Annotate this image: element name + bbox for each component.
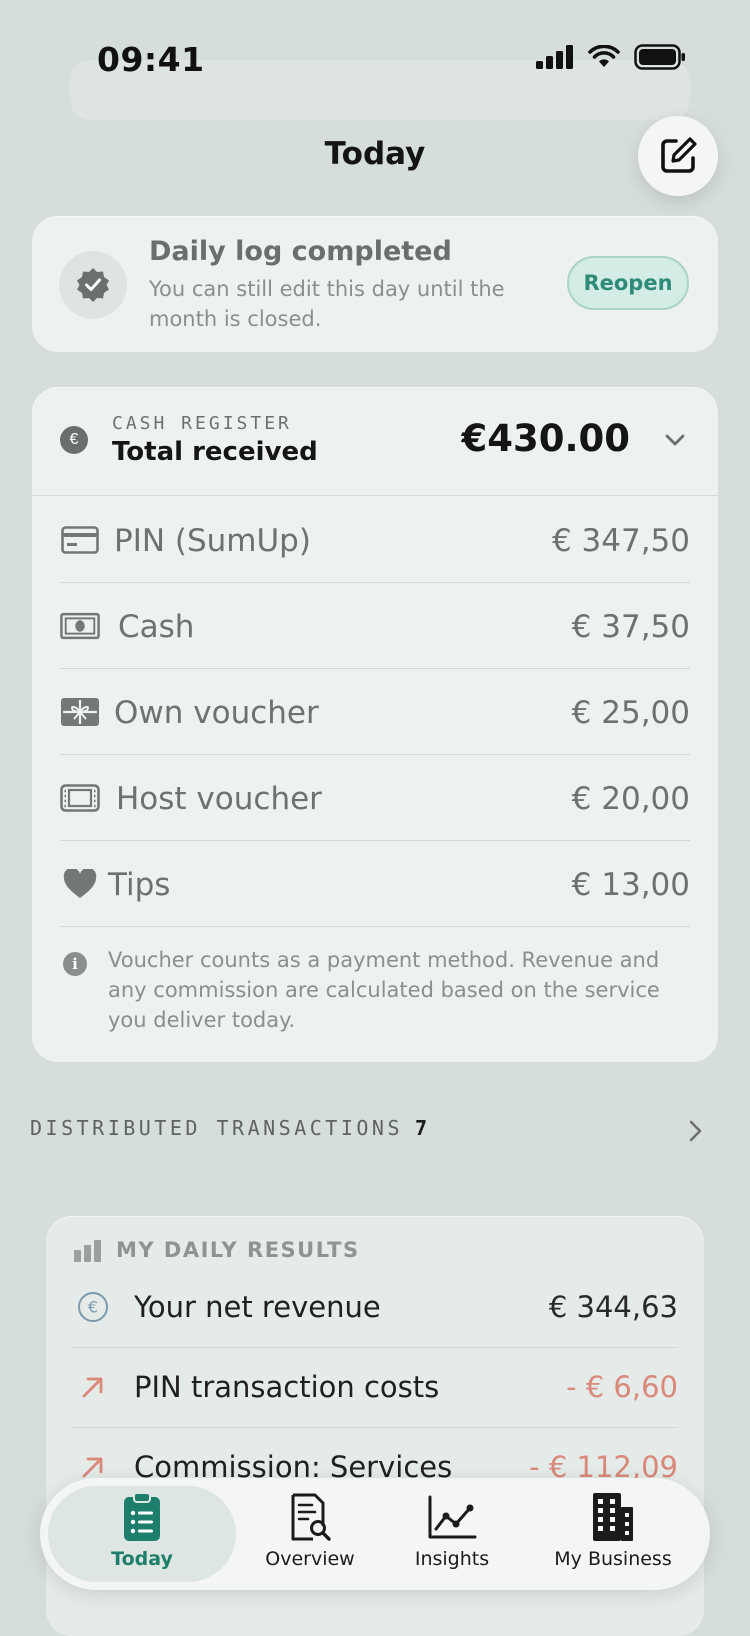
banknote-icon — [60, 610, 100, 642]
distributed-transactions-label: DISTRIBUTED TRANSACTIONS — [30, 1116, 403, 1140]
arrow-up-right-icon — [76, 1370, 110, 1404]
result-label: Your net revenue — [134, 1290, 381, 1324]
edit-button[interactable] — [638, 116, 718, 196]
signal-icon — [536, 45, 573, 69]
payment-label: Host voucher — [116, 781, 322, 817]
reopen-button[interactable]: Reopen — [567, 256, 689, 310]
payment-value: € 25,00 — [571, 695, 690, 731]
voucher-info-text: Voucher counts as a payment method. Reve… — [108, 948, 660, 1032]
payment-label: PIN (SumUp) — [114, 523, 311, 559]
result-row-pin-costs[interactable]: PIN transaction costs - € 6,60 — [72, 1348, 678, 1428]
verified-badge-icon — [59, 251, 127, 319]
payment-row-host-voucher[interactable]: Host voucher € 20,00 — [60, 755, 690, 841]
wifi-icon — [588, 45, 620, 67]
tab-label: Today — [111, 1548, 173, 1570]
result-value: € 344,63 — [548, 1290, 678, 1324]
edit-icon — [661, 137, 697, 173]
tab-label: My Business — [554, 1548, 672, 1570]
heart-icon — [60, 868, 100, 900]
svg-text:€: € — [88, 1298, 98, 1317]
payment-value: € 20,00 — [571, 781, 690, 817]
bottom-tab-bar: Today Overview Insights My Business — [40, 1478, 710, 1590]
daily-log-completed-card: Daily log completed You can still edit t… — [32, 216, 718, 352]
divider — [32, 495, 718, 496]
payment-value: € 347,50 — [551, 523, 690, 559]
result-label: PIN transaction costs — [134, 1370, 440, 1404]
cash-register-card: € CASH REGISTER Total received €430.00 P… — [32, 387, 718, 1062]
distributed-transactions-row[interactable]: DISTRIBUTED TRANSACTIONS 7 — [30, 1116, 706, 1150]
payment-label: Tips — [108, 867, 171, 903]
payment-label: Cash — [118, 609, 195, 645]
payment-value: € 13,00 — [571, 867, 690, 903]
bar-chart-icon — [74, 1240, 101, 1262]
daily-results-title: MY DAILY RESULTS — [116, 1238, 360, 1262]
payment-row-pin[interactable]: PIN (SumUp) € 347,50 — [60, 497, 690, 583]
tab-insights[interactable]: Insights — [386, 1490, 518, 1580]
clipboard-list-icon — [123, 1490, 161, 1544]
tab-overview[interactable]: Overview — [240, 1490, 380, 1580]
result-row-net-revenue[interactable]: € Your net revenue € 344,63 — [72, 1268, 678, 1348]
total-received-amount: €430.00 — [461, 417, 630, 460]
chevron-right-icon[interactable] — [684, 1118, 706, 1144]
payment-label: Own voucher — [114, 695, 319, 731]
document-search-icon — [288, 1490, 332, 1544]
total-received-label: Total received — [112, 437, 318, 467]
battery-icon — [634, 44, 685, 70]
euro-circle-icon: € — [76, 1290, 110, 1324]
status-bar: 09:41 — [0, 0, 750, 120]
status-icons — [536, 44, 686, 70]
euro-icon: € — [60, 426, 88, 454]
payment-row-own-voucher[interactable]: Own voucher € 25,00 — [60, 669, 690, 755]
status-time: 09:41 — [97, 40, 205, 79]
completed-title: Daily log completed — [149, 236, 452, 267]
completed-subtitle: You can still edit this day until the mo… — [149, 277, 505, 331]
ticket-icon — [60, 782, 100, 814]
info-icon: i — [63, 952, 87, 976]
gift-icon — [60, 696, 100, 728]
chevron-down-icon[interactable] — [662, 427, 688, 453]
tab-my-business[interactable]: My Business — [524, 1490, 702, 1580]
tab-label: Overview — [265, 1548, 355, 1570]
tab-label: Insights — [414, 1548, 490, 1570]
tab-today[interactable]: Today — [48, 1490, 236, 1580]
card-icon — [60, 524, 100, 556]
distributed-transactions-count: 7 — [414, 1116, 428, 1140]
cash-register-eyebrow: CASH REGISTER — [112, 413, 292, 434]
line-chart-icon — [427, 1490, 477, 1544]
result-value: - € 6,60 — [566, 1370, 678, 1404]
building-icon — [591, 1490, 635, 1544]
payment-value: € 37,50 — [571, 609, 690, 645]
payment-row-tips[interactable]: Tips € 13,00 — [60, 841, 690, 927]
payment-row-cash[interactable]: Cash € 37,50 — [60, 583, 690, 669]
